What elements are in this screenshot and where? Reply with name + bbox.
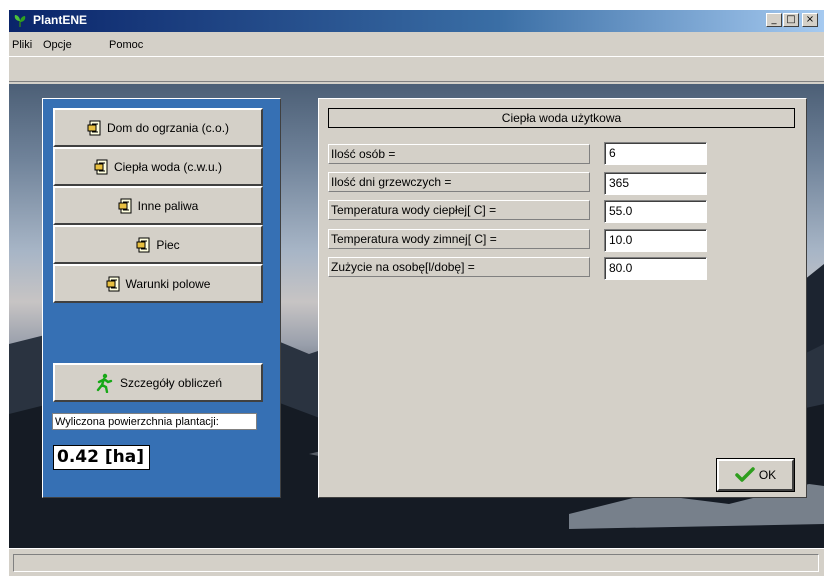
nav-button-label: Warunki polowe [125, 276, 211, 291]
toolbar-area [9, 56, 824, 82]
form-panel: Ciepła woda użytkowa Ilość osób = 6 Iloś… [318, 98, 807, 498]
ok-button-label: OK [758, 468, 777, 482]
running-man-icon [96, 373, 113, 393]
document-icon [136, 237, 150, 252]
close-button[interactable]: × [802, 13, 818, 27]
status-field [13, 554, 819, 572]
nav-button-label: Piec [156, 237, 180, 252]
field-label-osoby: Ilość osób = [328, 144, 590, 164]
nav-button-inne-paliwa[interactable]: Inne paliwa [53, 186, 263, 225]
nav-button-label: Ciepła woda (c.w.u.) [113, 159, 223, 174]
checkmark-icon [735, 467, 755, 482]
field-label-dni: Ilość dni grzewczych = [328, 172, 590, 192]
menu-bar: Pliki Opcje Pomoc [9, 36, 824, 54]
nav-button-dom[interactable]: Dom do ogrzania (c.o.) [53, 108, 263, 147]
window-title: PlantENE [33, 13, 88, 27]
document-icon [118, 198, 132, 213]
input-zuzycie[interactable]: 80.0 [604, 257, 707, 280]
input-temp-ciepla[interactable]: 55.0 [604, 200, 707, 223]
menu-pomoc[interactable]: Pomoc [109, 39, 143, 51]
nav-button-label: Inne paliwa [137, 198, 199, 213]
result-value: 0.42 [ha] [53, 445, 150, 470]
maximize-button[interactable]: □ [783, 13, 799, 27]
nav-button-piec[interactable]: Piec [53, 225, 263, 264]
nav-button-label: Dom do ogrzania (c.o.) [106, 120, 230, 135]
plant-icon [14, 15, 26, 27]
field-label-temp-zimna: Temperatura wody zimnej[ C] = [328, 229, 590, 249]
navigation-panel: Dom do ogrzania (c.o.) Ciepła woda (c.w.… [42, 98, 281, 498]
menu-pliki[interactable]: Pliki [12, 39, 32, 51]
form-title: Ciepła woda użytkowa [328, 108, 795, 128]
details-button-label: Szczegóły obliczeń [119, 375, 223, 390]
details-button[interactable]: Szczegóły obliczeń [53, 363, 263, 402]
app-window: PlantENE _ □ × Pliki Opcje Pomoc Dom do … [9, 10, 824, 576]
status-bar [9, 548, 824, 576]
menu-opcje[interactable]: Opcje [43, 39, 72, 51]
field-label-temp-ciepla: Temperatura wody ciepłej[ C] = [328, 200, 590, 220]
input-osoby[interactable]: 6 [604, 142, 707, 165]
minimize-button[interactable]: _ [766, 13, 782, 27]
title-bar[interactable]: PlantENE _ □ × [9, 10, 824, 32]
input-dni[interactable]: 365 [604, 172, 707, 195]
nav-button-ciepla-woda[interactable]: Ciepła woda (c.w.u.) [53, 147, 263, 186]
document-icon [106, 276, 120, 291]
ok-button[interactable]: OK [716, 458, 795, 492]
document-icon [94, 159, 108, 174]
field-label-zuzycie: Zużycie na osobę[l/dobę] = [328, 257, 590, 277]
document-icon [87, 120, 101, 135]
result-label: Wyliczona powierzchnia plantacji: [52, 413, 257, 430]
nav-button-warunki-polowe[interactable]: Warunki polowe [53, 264, 263, 303]
input-temp-zimna[interactable]: 10.0 [604, 229, 707, 252]
